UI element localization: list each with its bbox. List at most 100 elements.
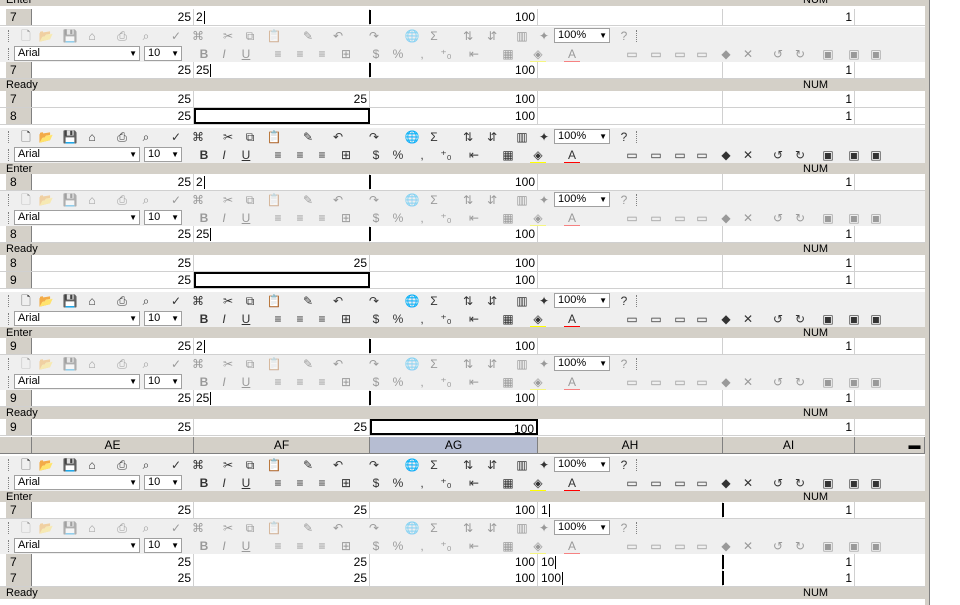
- row-header[interactable]: 8: [6, 255, 32, 271]
- underline-icon[interactable]: U: [238, 539, 254, 553]
- toolbar-options-grip[interactable]: [636, 459, 640, 471]
- bold-icon[interactable]: B: [196, 148, 212, 162]
- chevron-down-icon[interactable]: ▼: [599, 357, 607, 370]
- track-icon[interactable]: ▭: [672, 312, 688, 326]
- help-icon[interactable]: ?: [616, 130, 632, 144]
- redo-icon[interactable]: ↷: [366, 193, 382, 207]
- grid-cell[interactable]: 25: [194, 554, 370, 570]
- save-disk-icon[interactable]: 💾: [62, 458, 78, 472]
- bold-icon[interactable]: B: [196, 539, 212, 553]
- row-header[interactable]: 7: [6, 570, 32, 586]
- grid-cell[interactable]: 25: [32, 255, 194, 271]
- zoom-combo[interactable]: 100% ▼: [554, 457, 610, 472]
- bold-icon[interactable]: B: [196, 211, 212, 225]
- reply-icon[interactable]: ▭: [648, 47, 664, 61]
- cut-scissors-icon[interactable]: ✂: [220, 193, 236, 207]
- borders-icon[interactable]: ▦: [500, 312, 516, 326]
- grid-cell[interactable]: 25: [32, 226, 194, 242]
- review-icon[interactable]: ▭: [624, 211, 640, 225]
- save-disk-icon[interactable]: 💾: [62, 357, 78, 371]
- ink-icon[interactable]: ◆: [718, 148, 734, 162]
- review-icon[interactable]: ▭: [624, 375, 640, 389]
- spelling-check-icon[interactable]: ✓: [168, 294, 184, 308]
- delete-comment-icon[interactable]: ✕: [740, 476, 756, 490]
- font-size-combo[interactable]: 10 ▼: [144, 46, 182, 61]
- decrease-indent-icon[interactable]: ⇤: [466, 312, 482, 326]
- align-left-icon[interactable]: ≡: [270, 312, 286, 326]
- chevron-down-icon[interactable]: ▼: [129, 312, 137, 325]
- print-preview-icon[interactable]: ⌕: [138, 521, 154, 535]
- row-header[interactable]: 8: [6, 108, 32, 124]
- open-folder-icon[interactable]: 📂: [38, 294, 54, 308]
- increase-decimal-icon[interactable]: ⁺₀: [438, 539, 454, 553]
- comma-style-icon[interactable]: ,: [414, 211, 430, 225]
- grid-cell[interactable]: 25: [32, 108, 194, 124]
- align-center-icon[interactable]: ≡: [292, 211, 308, 225]
- print-icon[interactable]: ⎙: [114, 294, 130, 308]
- toolbar-grip[interactable]: [8, 540, 12, 552]
- format-painter-icon[interactable]: ✎: [300, 458, 316, 472]
- align-center-icon[interactable]: ≡: [292, 375, 308, 389]
- chevron-down-icon[interactable]: ▼: [129, 148, 137, 161]
- chevron-down-icon[interactable]: ▼: [171, 47, 179, 60]
- align-right-icon[interactable]: ≡: [314, 375, 330, 389]
- attach-icon[interactable]: ▣: [868, 47, 884, 61]
- permission-icon[interactable]: ⌂: [84, 193, 100, 207]
- autosum-icon[interactable]: Σ: [426, 521, 442, 535]
- grid-cell[interactable]: 25: [32, 62, 194, 78]
- hyperlink-icon[interactable]: 🌐: [404, 521, 420, 535]
- chart-wizard-icon[interactable]: ▥: [514, 130, 530, 144]
- open-folder-icon[interactable]: 📂: [38, 521, 54, 535]
- merge-center-icon[interactable]: ⊞: [338, 539, 354, 553]
- reviewing-icon[interactable]: ↺: [770, 375, 786, 389]
- autosum-icon[interactable]: Σ: [426, 458, 442, 472]
- copy-icon[interactable]: ⧉: [242, 294, 258, 308]
- reviewing-icon[interactable]: ↺: [770, 47, 786, 61]
- workbook-icon[interactable]: ▣: [820, 476, 836, 490]
- increase-decimal-icon[interactable]: ⁺₀: [438, 47, 454, 61]
- grid-cell[interactable]: [538, 91, 723, 107]
- toolbar-grip[interactable]: [8, 459, 12, 471]
- grid-cell[interactable]: 100: [370, 174, 538, 190]
- print-icon[interactable]: ⎙: [114, 521, 130, 535]
- column-header-ag[interactable]: AG: [370, 437, 538, 453]
- grid-cell[interactable]: 25: [32, 419, 194, 435]
- undo-icon[interactable]: ↶: [330, 521, 346, 535]
- attach-icon[interactable]: ▣: [868, 211, 884, 225]
- help-icon[interactable]: ?: [616, 193, 632, 207]
- comma-style-icon[interactable]: ,: [414, 375, 430, 389]
- permission-icon[interactable]: ⌂: [84, 357, 100, 371]
- currency-icon[interactable]: $: [368, 539, 384, 553]
- font-size-combo[interactable]: 10 ▼: [144, 147, 182, 162]
- borders-icon[interactable]: ▦: [500, 476, 516, 490]
- comma-style-icon[interactable]: ,: [414, 47, 430, 61]
- print-preview-icon[interactable]: ⌕: [138, 29, 154, 43]
- font-size-combo[interactable]: 10 ▼: [144, 374, 182, 389]
- grid-cell[interactable]: 1: [723, 91, 855, 107]
- toolbar-grip[interactable]: [8, 194, 12, 206]
- end-review-icon[interactable]: ↻: [792, 375, 808, 389]
- toolbar-grip[interactable]: [8, 48, 12, 60]
- chevron-down-icon[interactable]: ▼: [599, 29, 607, 42]
- cut-scissors-icon[interactable]: ✂: [220, 458, 236, 472]
- grid-cell[interactable]: 1: [723, 502, 855, 518]
- insert-comment-icon[interactable]: ▭: [694, 476, 710, 490]
- chevron-down-icon[interactable]: ▼: [171, 312, 179, 325]
- paste-icon[interactable]: 📋: [266, 521, 282, 535]
- toolbar-grip[interactable]: [8, 313, 12, 325]
- reviewing-icon[interactable]: ↺: [770, 312, 786, 326]
- save-disk-icon[interactable]: 💾: [62, 193, 78, 207]
- grid-cell[interactable]: 1: [723, 174, 855, 190]
- grid-cell[interactable]: 25: [194, 91, 370, 107]
- scrollbar-track[interactable]: [925, 0, 930, 605]
- chevron-down-icon[interactable]: ▼: [599, 521, 607, 534]
- reviewing-icon[interactable]: ↺: [770, 211, 786, 225]
- font-name-combo[interactable]: Arial ▼: [14, 210, 140, 225]
- redo-icon[interactable]: ↷: [366, 294, 382, 308]
- toolbar-icon[interactable]: ▣: [846, 211, 862, 225]
- attach-icon[interactable]: ▣: [868, 375, 884, 389]
- paste-icon[interactable]: 📋: [266, 130, 282, 144]
- new-document-icon[interactable]: 🗋: [18, 29, 34, 43]
- track-icon[interactable]: ▭: [672, 148, 688, 162]
- align-right-icon[interactable]: ≡: [314, 211, 330, 225]
